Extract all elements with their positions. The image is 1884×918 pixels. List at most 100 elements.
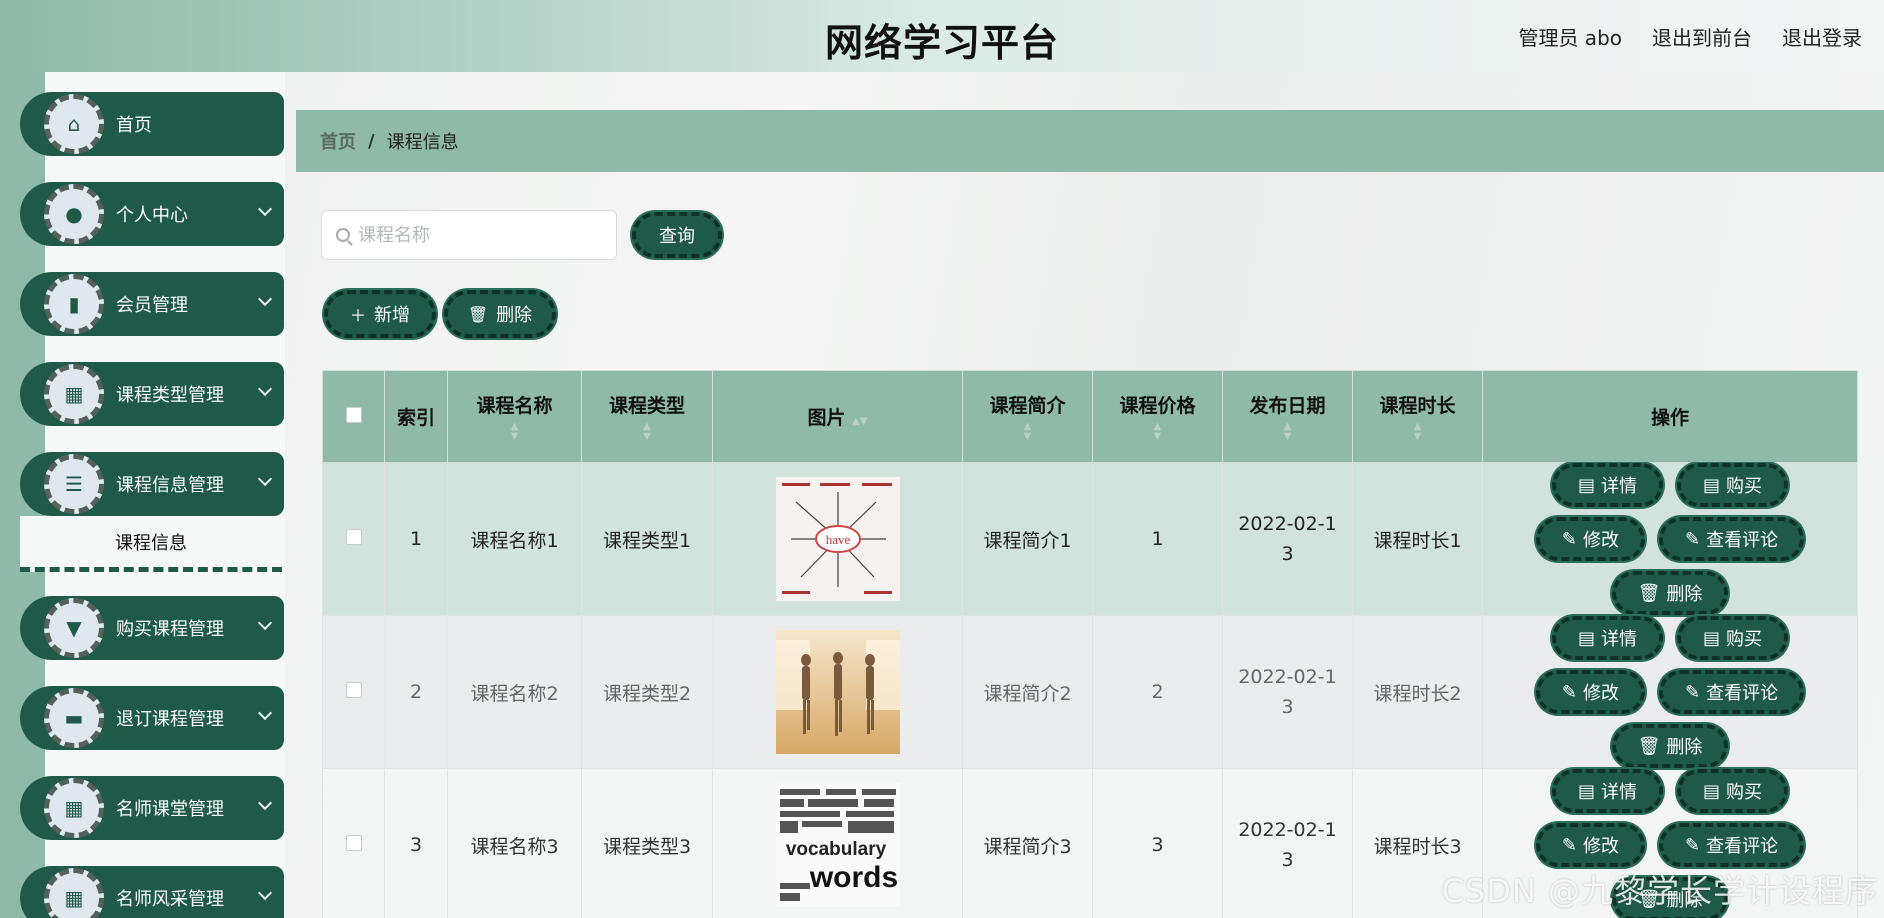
col-intro[interactable]: 课程简介 ▲ ▼ bbox=[962, 370, 1093, 463]
view-comments-button[interactable]: ✎ 查看评论 bbox=[1659, 823, 1805, 867]
row-checkbox[interactable] bbox=[345, 682, 362, 698]
sort-icon[interactable]: ▲▼ bbox=[963, 422, 1092, 442]
view-comments-button[interactable]: ✎ 查看评论 bbox=[1659, 517, 1805, 561]
logout-link[interactable]: 退出登录 bbox=[1782, 22, 1862, 51]
sidebar-item-unsubscribe[interactable]: ▬ 退订课程管理 bbox=[20, 686, 284, 750]
course-thumbnail-image[interactable]: vocabulary words bbox=[775, 783, 900, 907]
course-table: 索引 课程名称 ▲ ▼ 课程类型 ▲ ▼ 图片 ▲▼ 课程简介 ▲ ▼ 课程价格 ▲ ▼ 发布日… bbox=[322, 370, 1858, 918]
detail-button[interactable]: ▤ 详情 bbox=[1551, 769, 1663, 813]
buy-button[interactable]: ▤ 购买 bbox=[1677, 769, 1789, 813]
edit-button[interactable]: ✎ 修改 bbox=[1535, 670, 1645, 714]
bulk-delete-button[interactable]: 🗑 删除 bbox=[444, 290, 556, 338]
col-actions: 操作 bbox=[1482, 370, 1858, 463]
cell-intro: 课程简介3 bbox=[962, 768, 1093, 918]
cell-intro: 课程简介1 bbox=[962, 462, 1093, 616]
sidebar-item-teacher-showcase[interactable]: ▦ 名师风采管理 bbox=[20, 866, 284, 918]
doc-icon: ▤ bbox=[1703, 474, 1721, 496]
course-thumbnail-image[interactable]: have bbox=[775, 477, 900, 601]
sort-icon[interactable]: ▲▼ bbox=[1353, 422, 1482, 442]
sidebar-item-label: 退订课程管理 bbox=[116, 709, 224, 730]
sidebar-item-label: 名师风采管理 bbox=[116, 889, 224, 910]
cell-duration: 课程时长2 bbox=[1352, 615, 1483, 769]
home-icon: ⌂ bbox=[44, 94, 104, 154]
detail-button[interactable]: ▤ 详情 bbox=[1551, 616, 1663, 660]
view-comments-button-label: 查看评论 bbox=[1706, 683, 1779, 704]
col-name[interactable]: 课程名称 ▲ ▼ bbox=[447, 370, 582, 463]
pencil-icon: ✎ bbox=[1685, 834, 1701, 856]
buy-button[interactable]: ▤ 购买 bbox=[1677, 616, 1789, 660]
sort-icon[interactable]: ▲▼ bbox=[852, 416, 867, 427]
exit-to-front-link[interactable]: 退出到前台 bbox=[1652, 22, 1752, 51]
admin-user-label[interactable]: 管理员 abo bbox=[1518, 22, 1622, 51]
sort-icon[interactable]: ▲▼ bbox=[1223, 422, 1352, 442]
svg-text:have: have bbox=[825, 532, 850, 547]
edit-button[interactable]: ✎ 修改 bbox=[1535, 823, 1645, 867]
grid-icon: ▦ bbox=[44, 868, 104, 918]
breadcrumb-home[interactable]: 首页 bbox=[320, 128, 356, 154]
select-all-checkbox[interactable] bbox=[345, 406, 362, 423]
sort-icon[interactable]: ▲▼ bbox=[448, 422, 581, 442]
select-all-header[interactable] bbox=[322, 370, 385, 463]
sidebar-item-personal-center[interactable]: ● 个人中心 bbox=[20, 182, 284, 246]
plus-icon: ＋ bbox=[349, 306, 366, 325]
pencil-icon: ✎ bbox=[1685, 681, 1701, 703]
sidebar-item-home[interactable]: ⌂ 首页 bbox=[20, 92, 284, 156]
doc-icon: ▤ bbox=[1577, 780, 1595, 802]
view-comments-button-label: 查看评论 bbox=[1706, 836, 1779, 857]
sidebar-item-teacher-class[interactable]: ▦ 名师课堂管理 bbox=[20, 776, 284, 840]
watermark-text: CSDN @九黎学长学计设程序 bbox=[1441, 872, 1878, 910]
row-checkbox[interactable] bbox=[345, 529, 362, 545]
cell-image bbox=[712, 615, 963, 769]
col-type[interactable]: 课程类型 ▲ ▼ bbox=[581, 370, 713, 463]
query-button[interactable]: 查询 bbox=[632, 212, 722, 258]
search-box bbox=[321, 210, 617, 260]
buy-button-label: 购买 bbox=[1726, 476, 1763, 497]
col-duration[interactable]: 课程时长 ▲ ▼ bbox=[1352, 370, 1483, 463]
search-input[interactable] bbox=[358, 224, 598, 246]
edit-button-label: 修改 bbox=[1583, 683, 1619, 704]
doc-icon: ▤ bbox=[1703, 780, 1721, 802]
add-button[interactable]: ＋ 新增 bbox=[324, 290, 436, 338]
edit-button-label: 修改 bbox=[1583, 836, 1619, 857]
col-label: 课程时长 bbox=[1379, 395, 1456, 417]
doc-icon: ▤ bbox=[1703, 627, 1721, 649]
col-label: 课程名称 bbox=[476, 395, 553, 417]
row-checkbox[interactable] bbox=[345, 835, 362, 851]
query-button-label: 查询 bbox=[659, 226, 695, 247]
grid-icon: ▦ bbox=[44, 778, 104, 838]
row-delete-button[interactable]: 🗑 删除 bbox=[1611, 724, 1729, 768]
cell-type: 课程类型1 bbox=[581, 462, 713, 616]
edit-button-label: 修改 bbox=[1583, 530, 1619, 551]
cell-type: 课程类型2 bbox=[581, 615, 713, 769]
svg-text:vocabulary: vocabulary bbox=[785, 839, 886, 860]
view-comments-button[interactable]: ✎ 查看评论 bbox=[1659, 670, 1805, 714]
breadcrumb: 首页 / 课程信息 bbox=[296, 110, 1884, 172]
trash-icon: 🗑 bbox=[467, 304, 489, 324]
edit-button[interactable]: ✎ 修改 bbox=[1535, 517, 1645, 561]
row-delete-button[interactable]: 🗑 删除 bbox=[1611, 571, 1729, 615]
submenu-item-course-info[interactable]: 课程信息 bbox=[20, 516, 282, 572]
sort-icon[interactable]: ▲▼ bbox=[582, 422, 712, 442]
sidebar-item-course-info[interactable]: ☰ 课程信息管理 bbox=[20, 452, 284, 516]
col-image[interactable]: 图片 ▲▼ bbox=[712, 370, 963, 463]
row-select-cell bbox=[322, 462, 385, 616]
sidebar-item-members[interactable]: ▮ 会员管理 bbox=[20, 272, 284, 336]
chevron-down-icon bbox=[257, 885, 273, 901]
chevron-down-icon bbox=[257, 615, 273, 631]
book-icon: ▮ bbox=[44, 274, 104, 334]
cell-index: 2 bbox=[384, 615, 448, 769]
sidebar-item-course-types[interactable]: ▦ 课程类型管理 bbox=[20, 362, 284, 426]
chevron-down-icon bbox=[257, 381, 273, 397]
course-thumbnail-image[interactable] bbox=[775, 630, 900, 754]
col-label: 课程价格 bbox=[1119, 395, 1196, 417]
row-delete-button-label: 删除 bbox=[1666, 584, 1703, 605]
chevron-down-icon bbox=[257, 795, 273, 811]
sidebar-item-purchases[interactable]: ▼ 购买课程管理 bbox=[20, 596, 284, 660]
col-price[interactable]: 课程价格 ▲ ▼ bbox=[1092, 370, 1223, 463]
bulk-delete-button-label: 删除 bbox=[496, 305, 533, 326]
sort-icon[interactable]: ▲▼ bbox=[1093, 422, 1222, 442]
col-date[interactable]: 发布日期 ▲ ▼ bbox=[1222, 370, 1353, 463]
sidebar-item-label: 首页 bbox=[116, 115, 152, 136]
buy-button[interactable]: ▤ 购买 bbox=[1677, 463, 1789, 507]
detail-button[interactable]: ▤ 详情 bbox=[1551, 463, 1663, 507]
